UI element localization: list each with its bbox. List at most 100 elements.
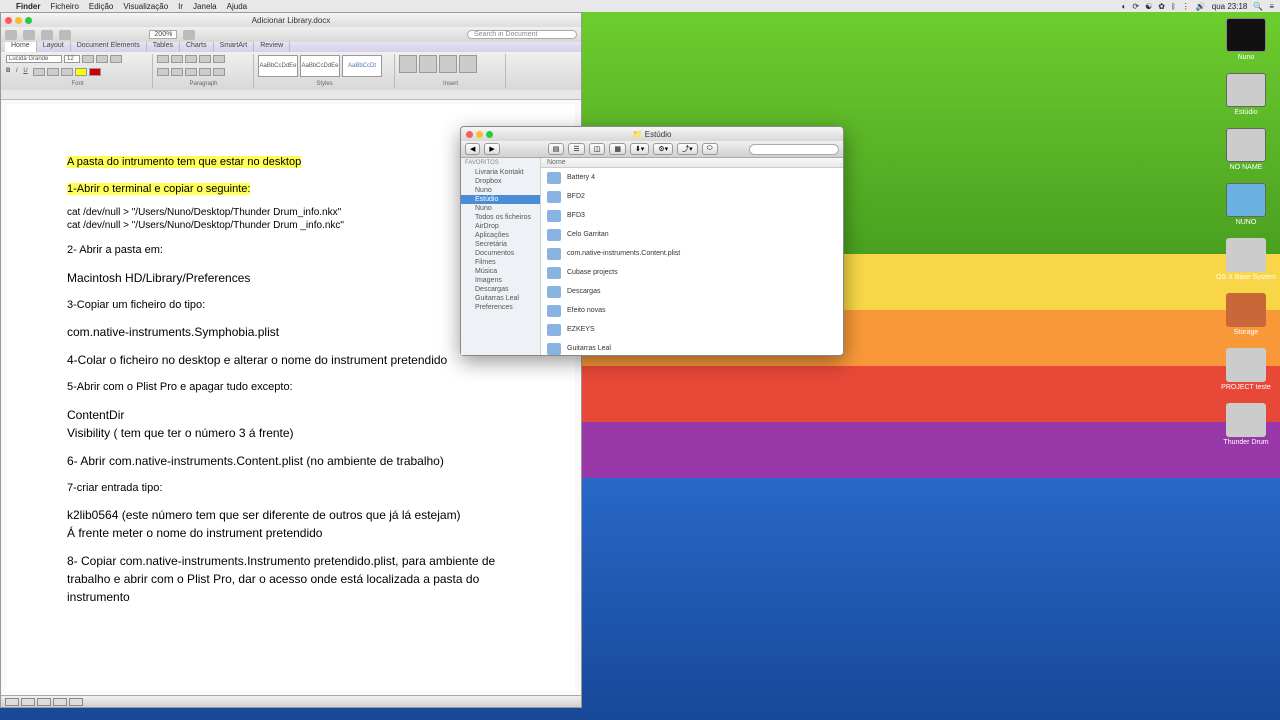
view-outline[interactable] <box>21 698 35 706</box>
style-heading1[interactable]: AaBbCcDt <box>342 55 382 77</box>
column-header[interactable]: Nome <box>541 158 843 168</box>
volume-icon[interactable]: 🔊 <box>1196 2 1206 11</box>
style-nospacing[interactable]: AaBbCcDdEe <box>300 55 340 77</box>
arrange-button[interactable]: ⬇▾ <box>630 143 649 155</box>
menu-view[interactable]: Visualização <box>123 2 168 11</box>
view-publishing[interactable] <box>37 698 51 706</box>
sidebar-item[interactable]: Imagens <box>461 276 540 285</box>
save-icon[interactable] <box>5 30 17 40</box>
app-menu[interactable]: Finder <box>16 2 40 11</box>
style-normal[interactable]: AaBbCcDdEe <box>258 55 298 77</box>
menu-help[interactable]: Ajuda <box>227 2 247 11</box>
bullets-icon[interactable] <box>157 55 169 63</box>
size-select[interactable]: 12 <box>64 55 80 63</box>
back-button[interactable]: ◀ <box>465 143 480 155</box>
list-item[interactable]: BFD3 <box>541 206 843 225</box>
list-item[interactable]: Celo Garritan <box>541 225 843 244</box>
view-print[interactable] <box>5 698 19 706</box>
view-focus[interactable] <box>69 698 83 706</box>
sidebar-item[interactable]: Documentos <box>461 249 540 258</box>
close-icon[interactable] <box>466 131 473 138</box>
clear-fmt-icon[interactable] <box>110 55 122 63</box>
desktop-item-drive[interactable]: Estúdio <box>1220 73 1272 116</box>
desktop-item-drive[interactable]: NO NAME <box>1220 128 1272 171</box>
grow-font-icon[interactable] <box>82 55 94 63</box>
menu-edit[interactable]: Edição <box>89 2 113 11</box>
list-item[interactable]: Battery 4 <box>541 168 843 187</box>
status-icon[interactable]: ⟳ <box>1132 2 1139 11</box>
status-icon[interactable]: ◐ <box>1122 2 1127 11</box>
desktop-item-folder[interactable]: Thunder Drum <box>1220 403 1272 446</box>
indent-icon[interactable] <box>213 55 225 63</box>
highlight-icon[interactable] <box>75 68 87 76</box>
tab-docel[interactable]: Document Elements <box>71 42 147 52</box>
sub-icon[interactable] <box>47 68 59 76</box>
menu-go[interactable]: Ir <box>178 2 183 11</box>
sup-icon[interactable] <box>61 68 73 76</box>
minimize-icon[interactable] <box>15 17 22 24</box>
list-item[interactable]: Descargas <box>541 282 843 301</box>
sidebar-item[interactable]: AirDrop <box>461 222 540 231</box>
view-icon-button[interactable]: ▤ <box>548 143 565 155</box>
desktop-item-drive[interactable]: NUNO <box>1220 183 1272 226</box>
action-button[interactable]: ⚙▾ <box>653 143 673 155</box>
status-icon[interactable]: ✿ <box>1158 2 1165 11</box>
desktop-item-folder[interactable]: PROJECT teste <box>1220 348 1272 391</box>
tags-button[interactable]: ⬭ <box>702 143 718 155</box>
tab-home[interactable]: Home <box>5 42 37 52</box>
sidebar-item[interactable]: Música <box>461 267 540 276</box>
list-item[interactable]: EZKEYS <box>541 320 843 339</box>
justify-icon[interactable] <box>199 68 211 76</box>
sidebar-item[interactable]: Livraria Kontakt <box>461 168 540 177</box>
finder-titlebar[interactable]: 📁 Estúdio <box>461 127 843 141</box>
underline-button[interactable]: U <box>23 68 27 76</box>
outdent-icon[interactable] <box>199 55 211 63</box>
spacing-icon[interactable] <box>213 68 225 76</box>
desktop-item-user[interactable]: Nuno <box>1220 18 1272 61</box>
zoom-icon[interactable] <box>25 17 32 24</box>
zoom-select[interactable]: 200% <box>149 30 177 39</box>
desktop-item-drive[interactable]: Storage <box>1220 293 1272 336</box>
close-icon[interactable] <box>5 17 12 24</box>
sidebar-item[interactable]: Estúdio <box>461 195 540 204</box>
shape-icon[interactable] <box>419 55 437 73</box>
align-left-icon[interactable] <box>157 68 169 76</box>
multilevel-icon[interactable] <box>185 55 197 63</box>
view-notebook[interactable] <box>53 698 67 706</box>
sidebar-item[interactable]: Aplicações <box>461 231 540 240</box>
sidebar-item[interactable]: Todos os ficheiros <box>461 213 540 222</box>
share-button[interactable]: ⤴▾ <box>677 143 698 155</box>
strike-icon[interactable] <box>33 68 45 76</box>
word-titlebar[interactable]: Adicionar Library.docx <box>1 13 581 27</box>
italic-button[interactable]: I <box>16 68 18 76</box>
align-right-icon[interactable] <box>185 68 197 76</box>
undo-icon[interactable] <box>23 30 35 40</box>
view-list-button[interactable]: ☰ <box>568 143 584 155</box>
align-center-icon[interactable] <box>171 68 183 76</box>
list-item[interactable]: Efeito novas <box>541 301 843 320</box>
tab-smartart[interactable]: SmartArt <box>214 42 255 52</box>
minimize-icon[interactable] <box>476 131 483 138</box>
sidebar-item[interactable]: Filmes <box>461 258 540 267</box>
status-icon[interactable]: ☯ <box>1145 2 1152 11</box>
shrink-font-icon[interactable] <box>96 55 108 63</box>
desktop-item-drive[interactable]: OS X Base System <box>1220 238 1272 281</box>
list-item[interactable]: BFD2 <box>541 187 843 206</box>
redo-icon[interactable] <box>41 30 53 40</box>
bluetooth-icon[interactable]: ᛒ <box>1171 2 1176 11</box>
view-cover-button[interactable]: ▦ <box>609 143 626 155</box>
help-icon[interactable] <box>183 30 195 40</box>
sidebar-item[interactable]: Secretária <box>461 240 540 249</box>
fwd-button[interactable]: ▶ <box>484 143 499 155</box>
numbering-icon[interactable] <box>171 55 183 63</box>
sidebar-item[interactable]: Guitarras Leal <box>461 294 540 303</box>
notif-icon[interactable]: ≡ <box>1269 2 1274 11</box>
menu-window[interactable]: Janela <box>193 2 217 11</box>
sidebar-item[interactable]: Nuno <box>461 186 540 195</box>
zoom-icon[interactable] <box>486 131 493 138</box>
clock[interactable]: qua 23:18 <box>1212 2 1248 11</box>
picture-icon[interactable] <box>439 55 457 73</box>
themes-icon[interactable] <box>459 55 477 73</box>
view-column-button[interactable]: ◫ <box>589 143 606 155</box>
sidebar-item[interactable]: Descargas <box>461 285 540 294</box>
